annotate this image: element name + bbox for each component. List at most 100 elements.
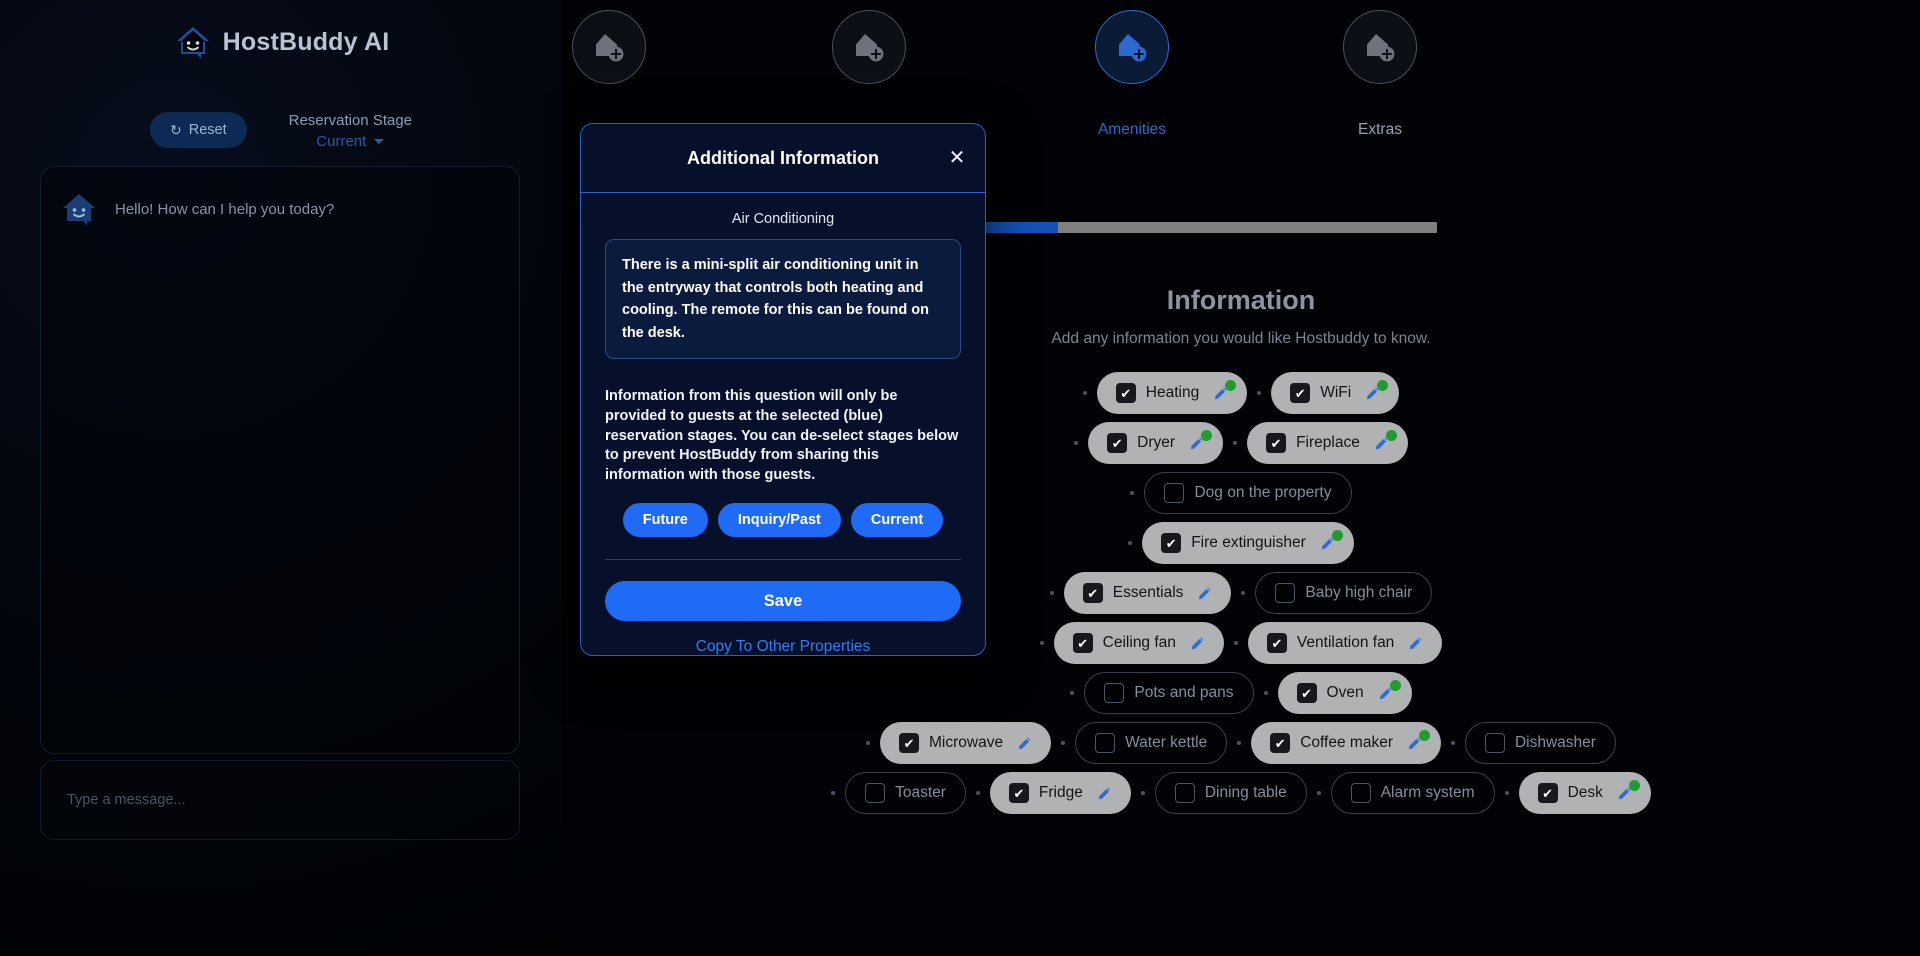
amenity-checkbox[interactable]: ✔ bbox=[1008, 783, 1029, 803]
amenity-checkbox[interactable] bbox=[1350, 783, 1371, 803]
amenity-checkbox[interactable]: ✔ bbox=[1270, 733, 1291, 753]
chip-separator-dot bbox=[1074, 441, 1079, 445]
modal-body: Air Conditioning There is a mini-split a… bbox=[581, 193, 985, 656]
house-smile-avatar-icon bbox=[59, 189, 99, 229]
edit-pencil-icon[interactable] bbox=[1017, 736, 1032, 751]
reservation-stage-value-row[interactable]: Current bbox=[289, 133, 412, 150]
stage-pill-future[interactable]: Future bbox=[622, 503, 708, 538]
wizard-step-extras[interactable]: Extras bbox=[1290, 10, 1470, 139]
amenity-chip[interactable]: Dishwasher bbox=[1464, 722, 1616, 764]
wizard-step-label: Amenities bbox=[1097, 121, 1167, 138]
amenity-checkbox[interactable] bbox=[1164, 483, 1185, 503]
chip-separator-dot bbox=[1233, 441, 1238, 445]
amenity-chip[interactable]: Dining table bbox=[1154, 772, 1307, 814]
amenity-chip[interactable]: ✔ WiFi bbox=[1271, 372, 1400, 414]
amenity-checkbox[interactable]: ✔ bbox=[1266, 633, 1287, 653]
amenity-chip[interactable]: ✔ Essentials bbox=[1063, 572, 1232, 614]
amenity-chip[interactable]: ✔ Coffee maker bbox=[1251, 722, 1441, 764]
chip-separator-dot bbox=[866, 741, 871, 745]
amenity-chip[interactable]: Alarm system bbox=[1330, 772, 1495, 814]
amenity-chip[interactable]: ✔ Ceiling fan bbox=[1053, 622, 1224, 664]
amenity-checkbox[interactable] bbox=[865, 783, 886, 803]
amenity-label: Pots and pans bbox=[1134, 684, 1234, 701]
reservation-stage-select[interactable]: Reservation Stage Current bbox=[289, 112, 412, 150]
amenity-label: Essentials bbox=[1112, 584, 1184, 601]
edited-status-dot bbox=[1225, 380, 1237, 391]
amenity-chip[interactable]: ✔ Fridge bbox=[989, 772, 1131, 814]
stage-pill-current[interactable]: Current bbox=[850, 503, 944, 538]
chat-input-placeholder[interactable]: Type a message... bbox=[67, 792, 185, 808]
amenity-checkbox[interactable] bbox=[1484, 733, 1505, 753]
amenity-label: Heating bbox=[1145, 384, 1200, 401]
amenity-chip[interactable]: ✔ Microwave bbox=[880, 722, 1052, 764]
amenity-checkbox[interactable]: ✔ bbox=[1161, 533, 1182, 553]
amenity-chip[interactable]: ✔ Desk bbox=[1518, 772, 1651, 814]
amenity-checkbox[interactable]: ✔ bbox=[1082, 583, 1103, 603]
stage-pill-group: Future Inquiry/Past Current bbox=[605, 503, 961, 538]
amenity-checkbox[interactable] bbox=[1104, 683, 1125, 703]
house-plus-icon-icon bbox=[832, 10, 906, 84]
edited-status-dot bbox=[1389, 680, 1401, 691]
chip-separator-dot bbox=[1450, 741, 1455, 745]
amenity-checkbox[interactable]: ✔ bbox=[1115, 383, 1136, 403]
chip-separator-dot bbox=[1140, 791, 1145, 795]
amenity-chip[interactable]: ✔ Fire extinguisher bbox=[1142, 522, 1354, 564]
stage-pill-inquiry-past[interactable]: Inquiry/Past bbox=[717, 503, 841, 538]
amenity-chip-row: Toaster ✔ Fridge Dining table Alarm system ✔ D… bbox=[562, 772, 1920, 814]
amenity-checkbox[interactable]: ✔ bbox=[1537, 783, 1558, 803]
copy-to-other-properties-link[interactable]: Copy To Other Properties bbox=[605, 638, 961, 656]
amenity-checkbox[interactable]: ✔ bbox=[1290, 383, 1311, 403]
amenity-chip[interactable]: Dog on the property bbox=[1144, 472, 1352, 514]
amenity-checkbox[interactable] bbox=[1275, 583, 1296, 603]
amenity-checkbox[interactable]: ✔ bbox=[1296, 683, 1317, 703]
save-button[interactable]: Save bbox=[605, 581, 961, 622]
amenity-chip[interactable]: ✔ Heating bbox=[1096, 372, 1248, 414]
wizard-step-1[interactable] bbox=[519, 10, 699, 139]
amenity-chip-row: Pots and pans ✔ Oven bbox=[562, 672, 1920, 714]
wizard-step-2[interactable] bbox=[779, 10, 959, 139]
amenity-chip[interactable]: ✔ Dryer bbox=[1088, 422, 1224, 464]
edit-pencil-icon[interactable] bbox=[1408, 636, 1423, 651]
chat-transcript: Hello! How can I help you today? bbox=[40, 166, 520, 754]
edit-pencil-icon[interactable] bbox=[1190, 636, 1205, 651]
chip-separator-dot bbox=[1039, 641, 1044, 645]
amenity-checkbox[interactable] bbox=[1174, 783, 1195, 803]
wizard-step-amenities[interactable]: Amenities bbox=[1042, 10, 1222, 139]
wizard-step-label: Extras bbox=[1358, 121, 1402, 138]
chat-input-container[interactable]: Type a message... bbox=[40, 760, 520, 840]
reservation-stage-value: Current bbox=[316, 133, 367, 150]
chip-separator-dot bbox=[1316, 791, 1321, 795]
amenity-chip[interactable]: Toaster bbox=[845, 772, 966, 814]
amenity-checkbox[interactable]: ✔ bbox=[1107, 433, 1128, 453]
amenity-checkbox[interactable] bbox=[1095, 733, 1116, 753]
amenity-label: Oven bbox=[1326, 684, 1364, 701]
amenity-checkbox[interactable]: ✔ bbox=[1266, 433, 1287, 453]
amenity-label: Dishwasher bbox=[1514, 734, 1596, 751]
edit-pencil-icon[interactable] bbox=[1197, 586, 1212, 601]
chip-separator-dot bbox=[1061, 741, 1066, 745]
amenity-label: Fire extinguisher bbox=[1191, 534, 1306, 551]
chip-separator-dot bbox=[1130, 491, 1135, 495]
amenity-chip[interactable]: Pots and pans bbox=[1084, 672, 1254, 714]
amenity-label: Dryer bbox=[1137, 434, 1176, 451]
house-plus-icon-icon bbox=[1343, 10, 1417, 84]
amenity-chip[interactable]: ✔ Oven bbox=[1277, 672, 1412, 714]
amenity-chip[interactable]: Water kettle bbox=[1075, 722, 1228, 764]
chip-separator-dot bbox=[831, 791, 836, 795]
reset-button[interactable]: ↻ Reset bbox=[149, 112, 247, 148]
amenity-checkbox[interactable]: ✔ bbox=[899, 733, 920, 753]
amenity-chip[interactable]: Baby high chair bbox=[1255, 572, 1433, 614]
amenity-label: Toaster bbox=[895, 784, 946, 801]
close-icon[interactable]: ✕ bbox=[944, 145, 970, 171]
amenity-label: Dining table bbox=[1204, 784, 1287, 801]
amenity-checkbox[interactable]: ✔ bbox=[1072, 633, 1093, 653]
amenity-label: Dog on the property bbox=[1194, 484, 1332, 501]
stage-note: Information from this question will only… bbox=[605, 388, 959, 483]
edit-pencil-icon[interactable] bbox=[1097, 786, 1112, 801]
chip-separator-dot bbox=[1237, 741, 1242, 745]
chip-separator-dot bbox=[1241, 591, 1246, 595]
edited-status-dot bbox=[1377, 380, 1389, 391]
answer-textarea[interactable]: There is a mini-split air conditioning u… bbox=[605, 239, 961, 360]
amenity-chip[interactable]: ✔ Ventilation fan bbox=[1247, 622, 1443, 664]
amenity-chip[interactable]: ✔ Fireplace bbox=[1247, 422, 1408, 464]
